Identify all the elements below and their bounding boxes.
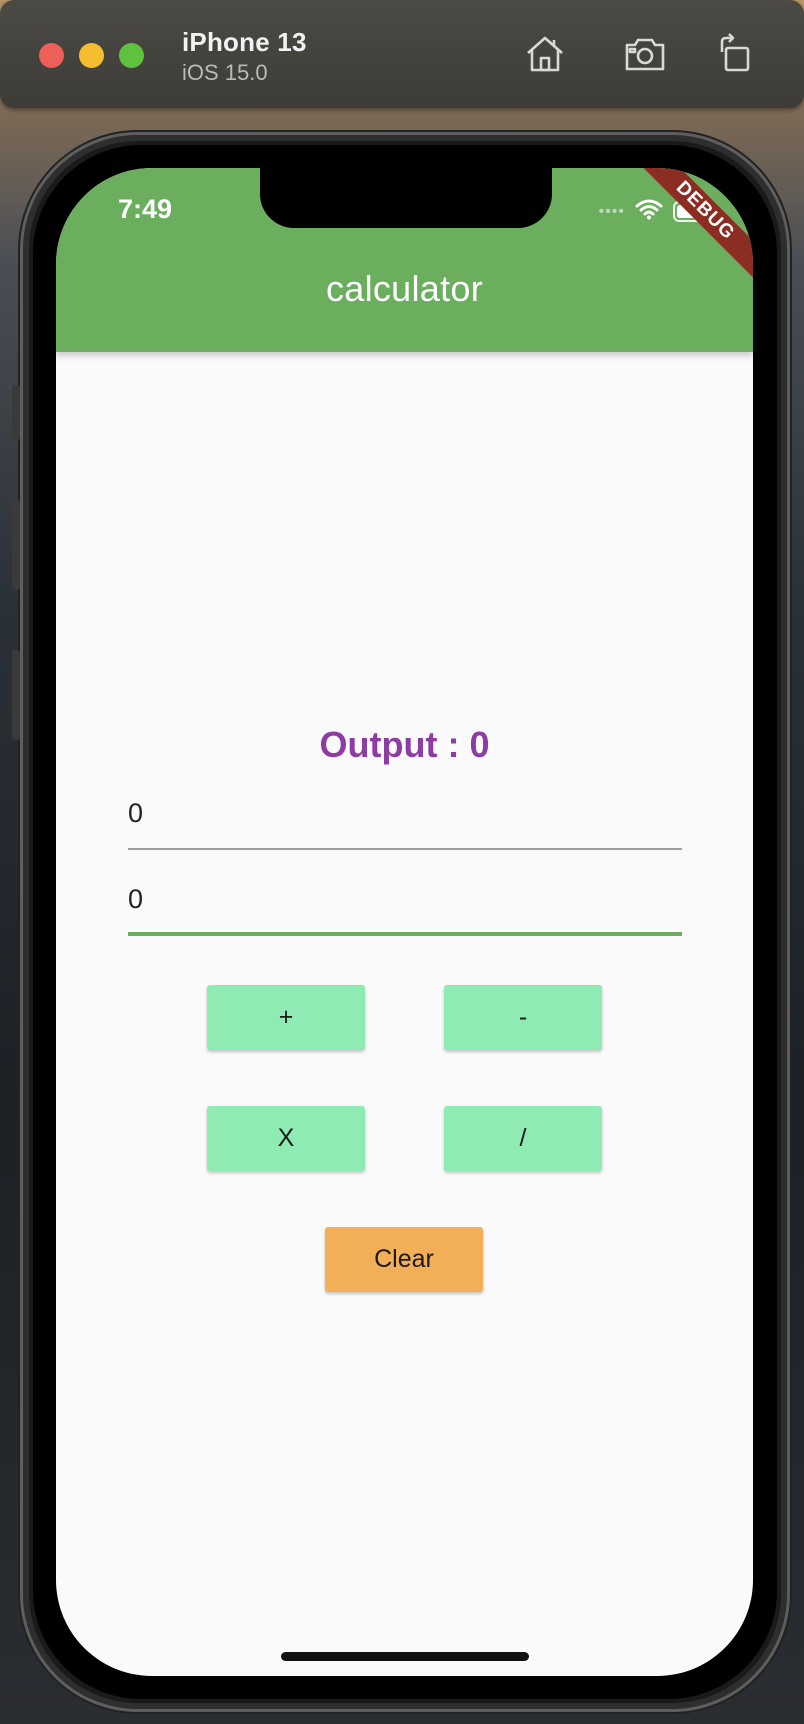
- os-version: iOS 15.0: [182, 60, 268, 85]
- multiply-button[interactable]: X: [207, 1106, 365, 1171]
- second-number-underline: [128, 932, 682, 936]
- zoom-window-button[interactable]: [119, 43, 144, 68]
- second-number-value[interactable]: 0: [128, 884, 143, 915]
- app-title: calculator: [325, 268, 484, 309]
- first-number-value[interactable]: 0: [128, 798, 143, 829]
- wifi-icon: [635, 198, 663, 225]
- volume-down-button: [12, 650, 20, 740]
- simulator-toolbar: iPhone 13 iOS 15.0: [0, 0, 804, 108]
- home-icon[interactable]: [521, 30, 569, 78]
- status-time: 7:49: [118, 194, 173, 224]
- screenshot-icon[interactable]: [621, 30, 669, 78]
- home-indicator[interactable]: [281, 1652, 529, 1661]
- silent-switch: [12, 385, 20, 440]
- clear-button[interactable]: Clear: [325, 1227, 483, 1292]
- divide-button[interactable]: /: [444, 1106, 602, 1171]
- device-notch: [260, 168, 552, 228]
- device-name: iPhone 13: [182, 27, 307, 57]
- minimize-window-button[interactable]: [79, 43, 104, 68]
- volume-up-button: [12, 500, 20, 590]
- app-screen: 7:49 •••• DEBUG calculator Output : 0 0 …: [56, 168, 753, 1676]
- first-number-underline: [128, 848, 682, 850]
- add-button[interactable]: +: [207, 985, 365, 1050]
- cellular-signal-icon: ••••: [598, 202, 625, 220]
- rotate-icon[interactable]: [711, 30, 759, 78]
- first-number-field[interactable]: 0: [128, 790, 682, 850]
- second-number-field[interactable]: 0: [128, 876, 682, 936]
- output-label: Output : 0: [319, 724, 490, 765]
- subtract-button[interactable]: -: [444, 985, 602, 1050]
- close-window-button[interactable]: [39, 43, 64, 68]
